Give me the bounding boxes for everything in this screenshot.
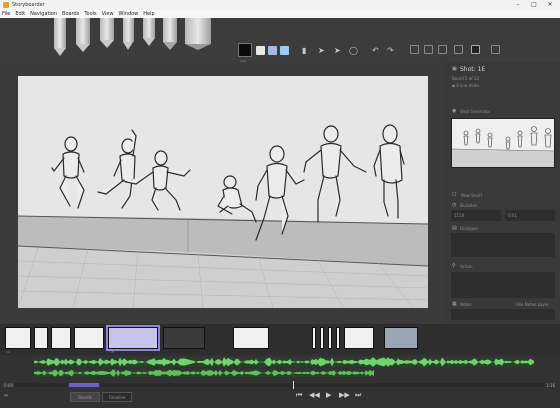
board-thumb[interactable] [344,327,374,349]
timeline-scrubber[interactable] [14,381,544,389]
menu-edit[interactable]: Edit [15,11,25,17]
brush-tool[interactable] [123,18,134,50]
duration-ms-field[interactable]: 1150 [451,210,501,221]
menu-view[interactable]: View [102,11,114,17]
redo-icon[interactable]: ↷ [387,46,394,55]
menu-help[interactable]: Help [143,11,154,17]
timeline-mode-button[interactable]: Timeline [102,392,132,402]
playhead[interactable] [293,381,294,389]
diagonal-guide-button[interactable] [454,45,463,54]
last-board-button[interactable]: ⏭ [355,391,361,400]
audio-waveform-2[interactable] [34,369,374,377]
menu-bar: File Edit Navigation Boards Tools View W… [0,10,560,18]
audio-waveform-1[interactable] [34,357,534,367]
action-field[interactable] [451,272,555,298]
shot-icon: ▣ [452,66,457,72]
pen-tool[interactable] [100,18,114,48]
board-thumb[interactable] [51,327,71,349]
menu-boards[interactable]: Boards [62,11,79,17]
first-board-button[interactable]: ⏮ [296,391,302,400]
menu-file[interactable]: File [2,11,10,17]
dialogue-icon: ▤ [452,225,457,231]
board-thumb[interactable] [74,327,104,349]
clock-icon: ◷ [452,202,457,208]
previous-board-button[interactable]: ◀◀ [309,391,320,399]
app-icon [3,2,9,8]
pointer-icon[interactable]: ▮ [302,46,306,55]
title-bar: Storyboarder – □ ✕ [0,0,560,10]
center-guide-button[interactable] [424,45,433,54]
timeline: 1A 1E 0:00 1:16 ▪▪ Boards Timeline ⏮ ◀◀ … [0,324,560,408]
menu-window[interactable]: Window [119,11,139,17]
scrubber-selection [69,383,99,387]
storyboarder-window: Storyboarder – □ ✕ File Edit Navigation … [0,0,560,408]
board-thumb[interactable] [328,327,332,349]
board-thumb[interactable] [320,327,324,349]
drawing-canvas[interactable] [18,76,428,308]
board-thumb[interactable] [163,327,205,349]
color-swatch-current[interactable] [238,43,252,57]
maximize-button[interactable]: □ [526,0,542,10]
toolbar: Size ▮ ➤ ➤ ◯ ↶ ↷ [0,18,560,63]
notes-field[interactable] [451,309,555,320]
board-thumb[interactable] [312,327,316,349]
lasso-icon[interactable]: ◯ [349,46,358,55]
duration-label: Duration [460,203,478,208]
board-thumb-selected[interactable] [106,325,160,351]
board-thumb[interactable] [384,327,418,349]
dialogue-label: Dialogue [460,226,478,231]
shot-generator-label: Shot Generator [460,109,491,114]
next-board-button[interactable]: ▶▶ [339,391,350,399]
select-icon[interactable]: ➤ [318,46,325,55]
window-title: Storyboarder [12,2,45,8]
action-icon: ⚲ [452,263,456,269]
duration-frames-field[interactable]: 0:01 [505,210,555,221]
shot-generator-thumbnail[interactable] [451,118,555,168]
board-thumb[interactable] [233,327,269,349]
shot-title: Shot: 1E [460,66,486,73]
new-shot-checkbox[interactable]: ☐ [452,192,456,198]
color-swatch-2[interactable] [268,46,277,55]
board-info: Board 5 of 22 [452,76,480,81]
light-pencil-tool[interactable] [54,18,66,56]
move-icon[interactable]: ➤ [334,46,341,55]
time-start: 0:00 [4,383,13,388]
grid-button[interactable] [410,45,419,54]
dialogue-field[interactable] [451,233,555,257]
color-swatch-3[interactable] [280,46,289,55]
action-label: Action [460,264,473,269]
line-mileage: ◆ 6 line miles [452,83,480,88]
shot-panel: ▣ Shot: 1E Board 5 of 22 ◆ 6 line miles … [446,62,560,324]
play-button[interactable]: ▶ [326,391,331,399]
color-swatch-1[interactable] [256,46,265,55]
caption-button[interactable] [491,45,500,54]
minimize-button[interactable]: – [510,0,526,10]
board-thumb[interactable] [336,327,340,349]
onion-skin-button[interactable] [471,45,480,54]
menu-navigation[interactable]: Navigation [30,11,57,17]
board-thumb[interactable] [34,327,48,349]
undo-icon[interactable]: ↶ [372,46,379,55]
new-shot-label: New Shot? [461,193,483,198]
boards-mode-button[interactable]: Boards [70,392,100,402]
window-controls: – □ ✕ [510,0,558,10]
notes-label: Notes [460,302,472,307]
eraser-tool[interactable] [163,18,177,50]
drawing-stage [0,62,446,320]
chisel-eraser-tool[interactable] [185,18,211,50]
storyboard-drawing [18,124,428,308]
notes-icon: ▦ [452,301,457,307]
close-button[interactable]: ✕ [542,0,558,10]
time-end: 1:16 [546,383,555,388]
camera-icon: ◉ [452,108,457,114]
board-thumb[interactable] [5,327,31,349]
pencil-tool[interactable] [76,18,90,52]
thirds-guide-button[interactable] [438,45,447,54]
board-strip: 1A 1E [0,324,560,355]
menu-tools[interactable]: Tools [84,11,96,17]
note-pen-tool[interactable] [143,18,155,46]
use-notes-layer-button[interactable]: Use Notes Layer [516,302,549,307]
